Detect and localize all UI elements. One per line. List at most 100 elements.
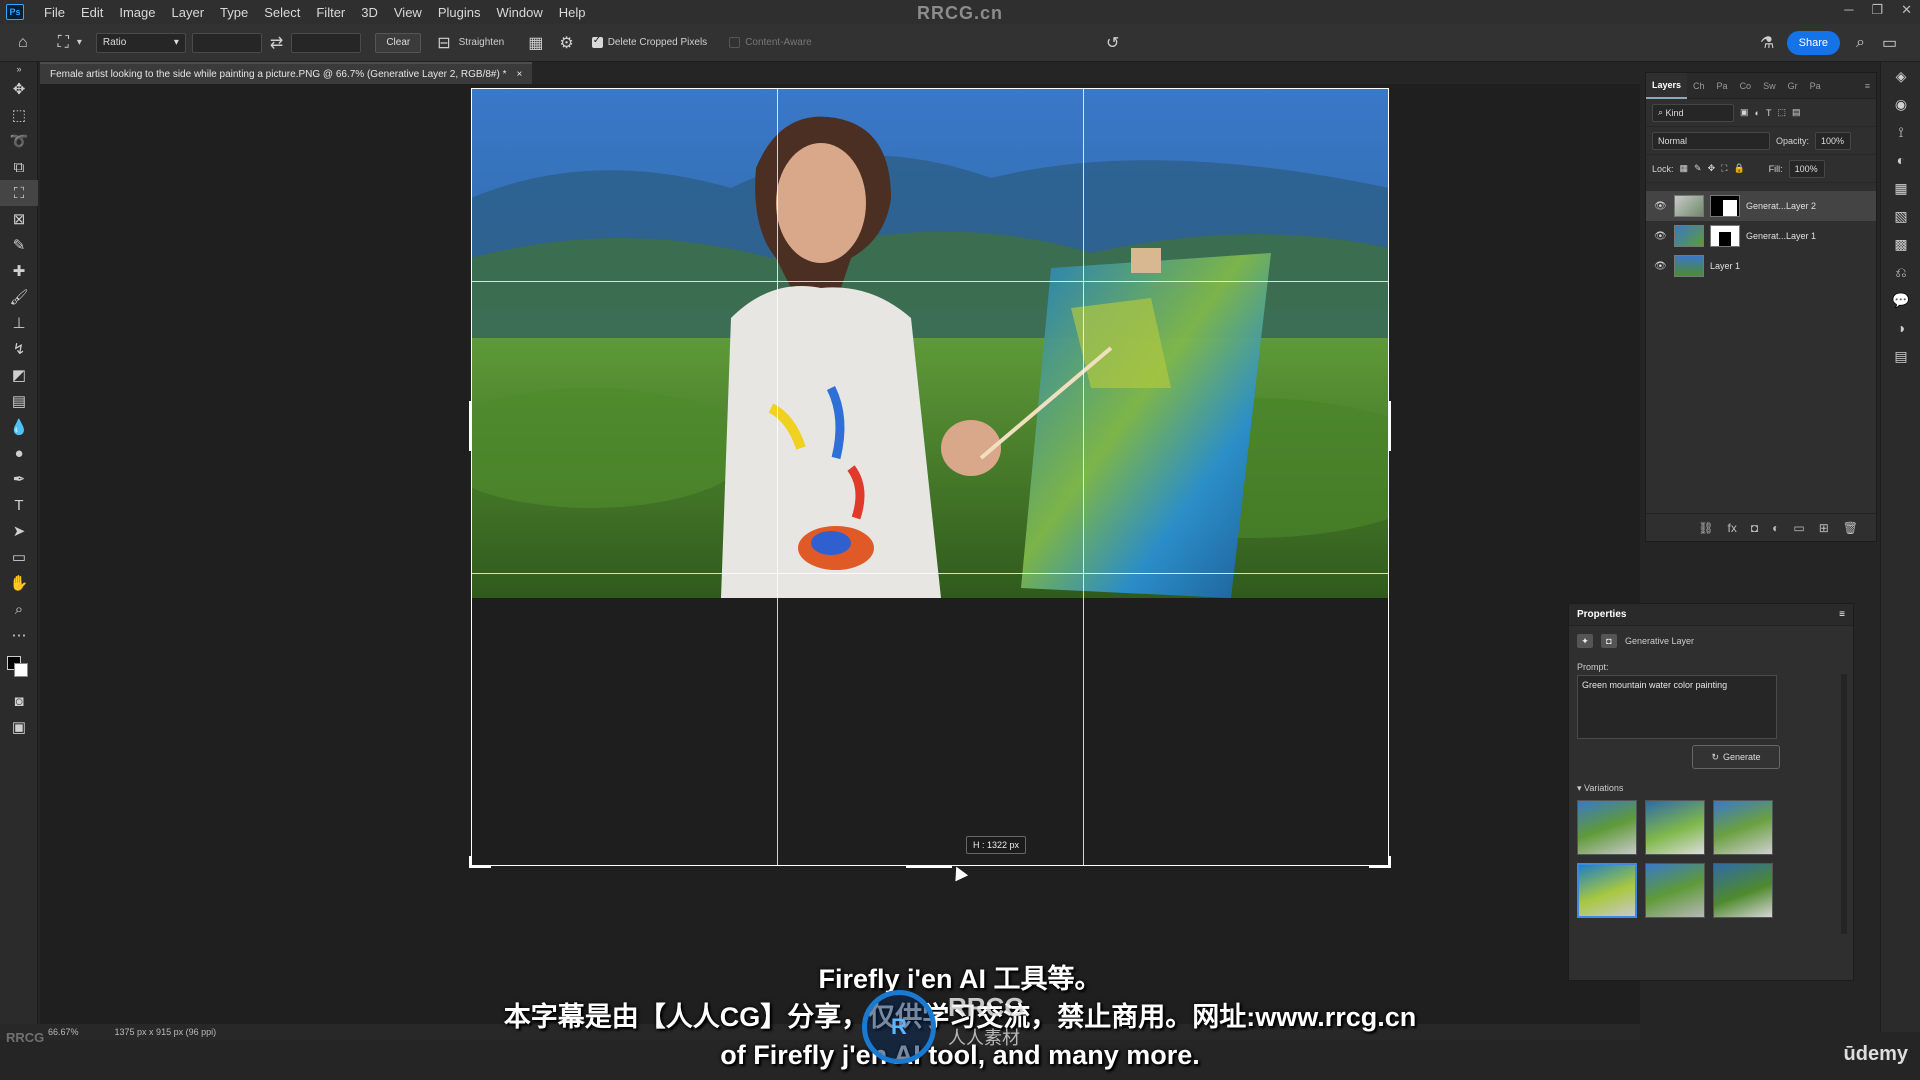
filter-adjustment-icon[interactable]: ◐ [1755,108,1760,118]
eye-icon[interactable]: 👁 [1654,261,1668,272]
adjustments-icon[interactable]: ◐ [1881,146,1920,174]
crop-handle-bottom[interactable] [906,865,952,868]
menu-filter[interactable]: Filter [308,5,353,20]
crop-bounding-box[interactable] [469,88,1391,868]
panel-menu-icon[interactable]: ≡ [1839,609,1845,620]
lock-artboard-icon[interactable]: ⛶ [1721,163,1727,174]
tab-patterns[interactable]: Pa [1804,73,1827,99]
swatches-icon[interactable]: ▦ [1881,174,1920,202]
workspace-icon[interactable]: ▭ [1882,33,1897,53]
reset-icon[interactable]: ↺ [1106,33,1119,53]
minimize-icon[interactable]: ─ [1844,2,1853,18]
filter-shape-icon[interactable]: ⬚ [1777,107,1786,118]
search-icon[interactable]: ⌕ [1856,34,1865,52]
zoom-tool-icon[interactable]: ⌕ [0,596,38,622]
adjustment-layer-icon[interactable]: ◐ [1772,521,1779,535]
frame-tool-icon[interactable]: ⊠ [0,206,38,232]
menu-help[interactable]: Help [551,5,594,20]
home-icon[interactable]: ⌂ [18,34,28,52]
add-mask-icon[interactable]: ◘ [1751,521,1758,535]
overlay-grid-icon[interactable]: ▦ [528,33,543,53]
tab-swatches[interactable]: Sw [1757,73,1782,99]
gradient-tool-icon[interactable]: ▤ [0,388,38,414]
variation-thumbnail[interactable] [1645,863,1705,918]
collapse-icon[interactable]: » [0,62,38,76]
lock-all-icon[interactable]: 🔒 [1733,163,1744,174]
lock-position-icon[interactable]: ✥ [1708,163,1716,174]
width-field[interactable] [191,32,262,53]
height-field[interactable] [291,32,362,53]
generate-button[interactable]: ↻ Generate [1692,745,1780,769]
mask-icon[interactable]: ◘ [1601,634,1617,648]
crop-handle-bottom-right[interactable] [1388,856,1391,868]
canvas-area[interactable]: H : 1322 px [40,84,1640,1024]
settings-gear-icon[interactable]: ⚙ [559,33,573,53]
hand-tool-icon[interactable]: ✋ [0,570,38,596]
menu-3d[interactable]: 3D [353,5,386,20]
menu-file[interactable]: File [36,5,73,20]
blend-mode-select[interactable]: Normal [1652,131,1770,150]
layers-panel-icon[interactable]: ◈ [1881,62,1920,90]
fill-input[interactable]: 100% [1788,159,1825,178]
paths-icon[interactable]: ⟟ [1881,118,1920,146]
channels-icon[interactable]: ◉ [1881,90,1920,118]
crop-handle-right[interactable] [1388,401,1391,451]
rectangle-tool-icon[interactable]: ▭ [0,544,38,570]
lock-paint-icon[interactable]: ✎ [1694,163,1702,174]
tool-preset-chevron-icon[interactable]: ▾ [77,37,82,48]
crop-tool-icon[interactable]: ⛶ [0,180,38,206]
layer-item[interactable]: 👁 Generat...Layer 2 [1646,191,1876,221]
move-tool-icon[interactable]: ✥ [0,76,38,102]
menu-plugins[interactable]: Plugins [430,5,489,20]
tab-color[interactable]: Co [1734,73,1758,99]
fx-icon[interactable]: fx [1728,521,1737,535]
crop-tool-icon[interactable]: ⛶ [58,34,69,52]
libraries-icon[interactable]: ▤ [1881,342,1920,370]
eraser-tool-icon[interactable]: ◩ [0,362,38,388]
tab-channels[interactable]: Ch [1687,73,1711,99]
object-select-tool-icon[interactable]: ⧉ [0,154,38,180]
swap-icon[interactable]: ⇄ [270,33,283,53]
variation-thumbnail[interactable] [1713,800,1773,855]
new-layer-icon[interactable]: ⊞ [1819,521,1829,535]
eyedropper-tool-icon[interactable]: ✎ [0,232,38,258]
type-tool-icon[interactable]: T [0,492,38,518]
tab-paths[interactable]: Pa [1711,73,1734,99]
link-layers-icon[interactable]: ⛓ [1698,521,1713,535]
layer-item[interactable]: 👁 Generat...Layer 1 [1646,221,1876,251]
filter-pixel-icon[interactable]: ▣ [1740,107,1749,118]
tab-close-icon[interactable]: × [516,69,522,80]
screen-mode-icon[interactable]: ▣ [0,714,38,740]
path-select-icon[interactable]: ➤ [0,518,38,544]
crop-handle-bottom-left[interactable] [469,865,491,868]
healing-brush-icon[interactable]: ✚ [0,258,38,284]
variation-thumbnail-selected[interactable] [1577,863,1637,918]
lock-transparency-icon[interactable]: ▦ [1680,163,1689,174]
variation-thumbnail[interactable] [1713,863,1773,918]
menu-image[interactable]: Image [111,5,163,20]
straighten-icon[interactable]: ⊟ [437,33,450,53]
share-button[interactable]: Share [1786,31,1840,55]
content-aware-checkbox[interactable] [729,37,741,48]
brush-tool-icon[interactable]: 🖌 [0,284,38,310]
pen-tool-icon[interactable]: ✒ [0,466,38,492]
delete-layer-icon[interactable]: 🗑 [1843,521,1858,535]
patterns-icon[interactable]: ▩ [1881,230,1920,258]
menu-window[interactable]: Window [488,5,550,20]
variation-thumbnail[interactable] [1645,800,1705,855]
clone-stamp-icon[interactable]: ⊥ [0,310,38,336]
delete-cropped-checkbox[interactable] [591,35,603,48]
layer-item[interactable]: 👁 Layer 1 [1646,251,1876,281]
filter-smart-object-icon[interactable]: ▤ [1792,107,1801,118]
gradients-icon[interactable]: ▧ [1881,202,1920,230]
variations-section[interactable]: ▾ Variations [1569,769,1853,800]
crop-handle-left[interactable] [469,401,472,451]
comments-icon[interactable]: 💬 [1881,286,1920,314]
variation-thumbnail[interactable] [1577,800,1637,855]
filter-type-icon[interactable]: T [1766,108,1772,118]
background-color[interactable] [14,663,28,677]
menu-view[interactable]: View [386,5,430,20]
history-icon[interactable]: ⎌ [1881,258,1920,286]
color-icon[interactable]: ◑ [1881,314,1920,342]
menu-select[interactable]: Select [256,5,308,20]
